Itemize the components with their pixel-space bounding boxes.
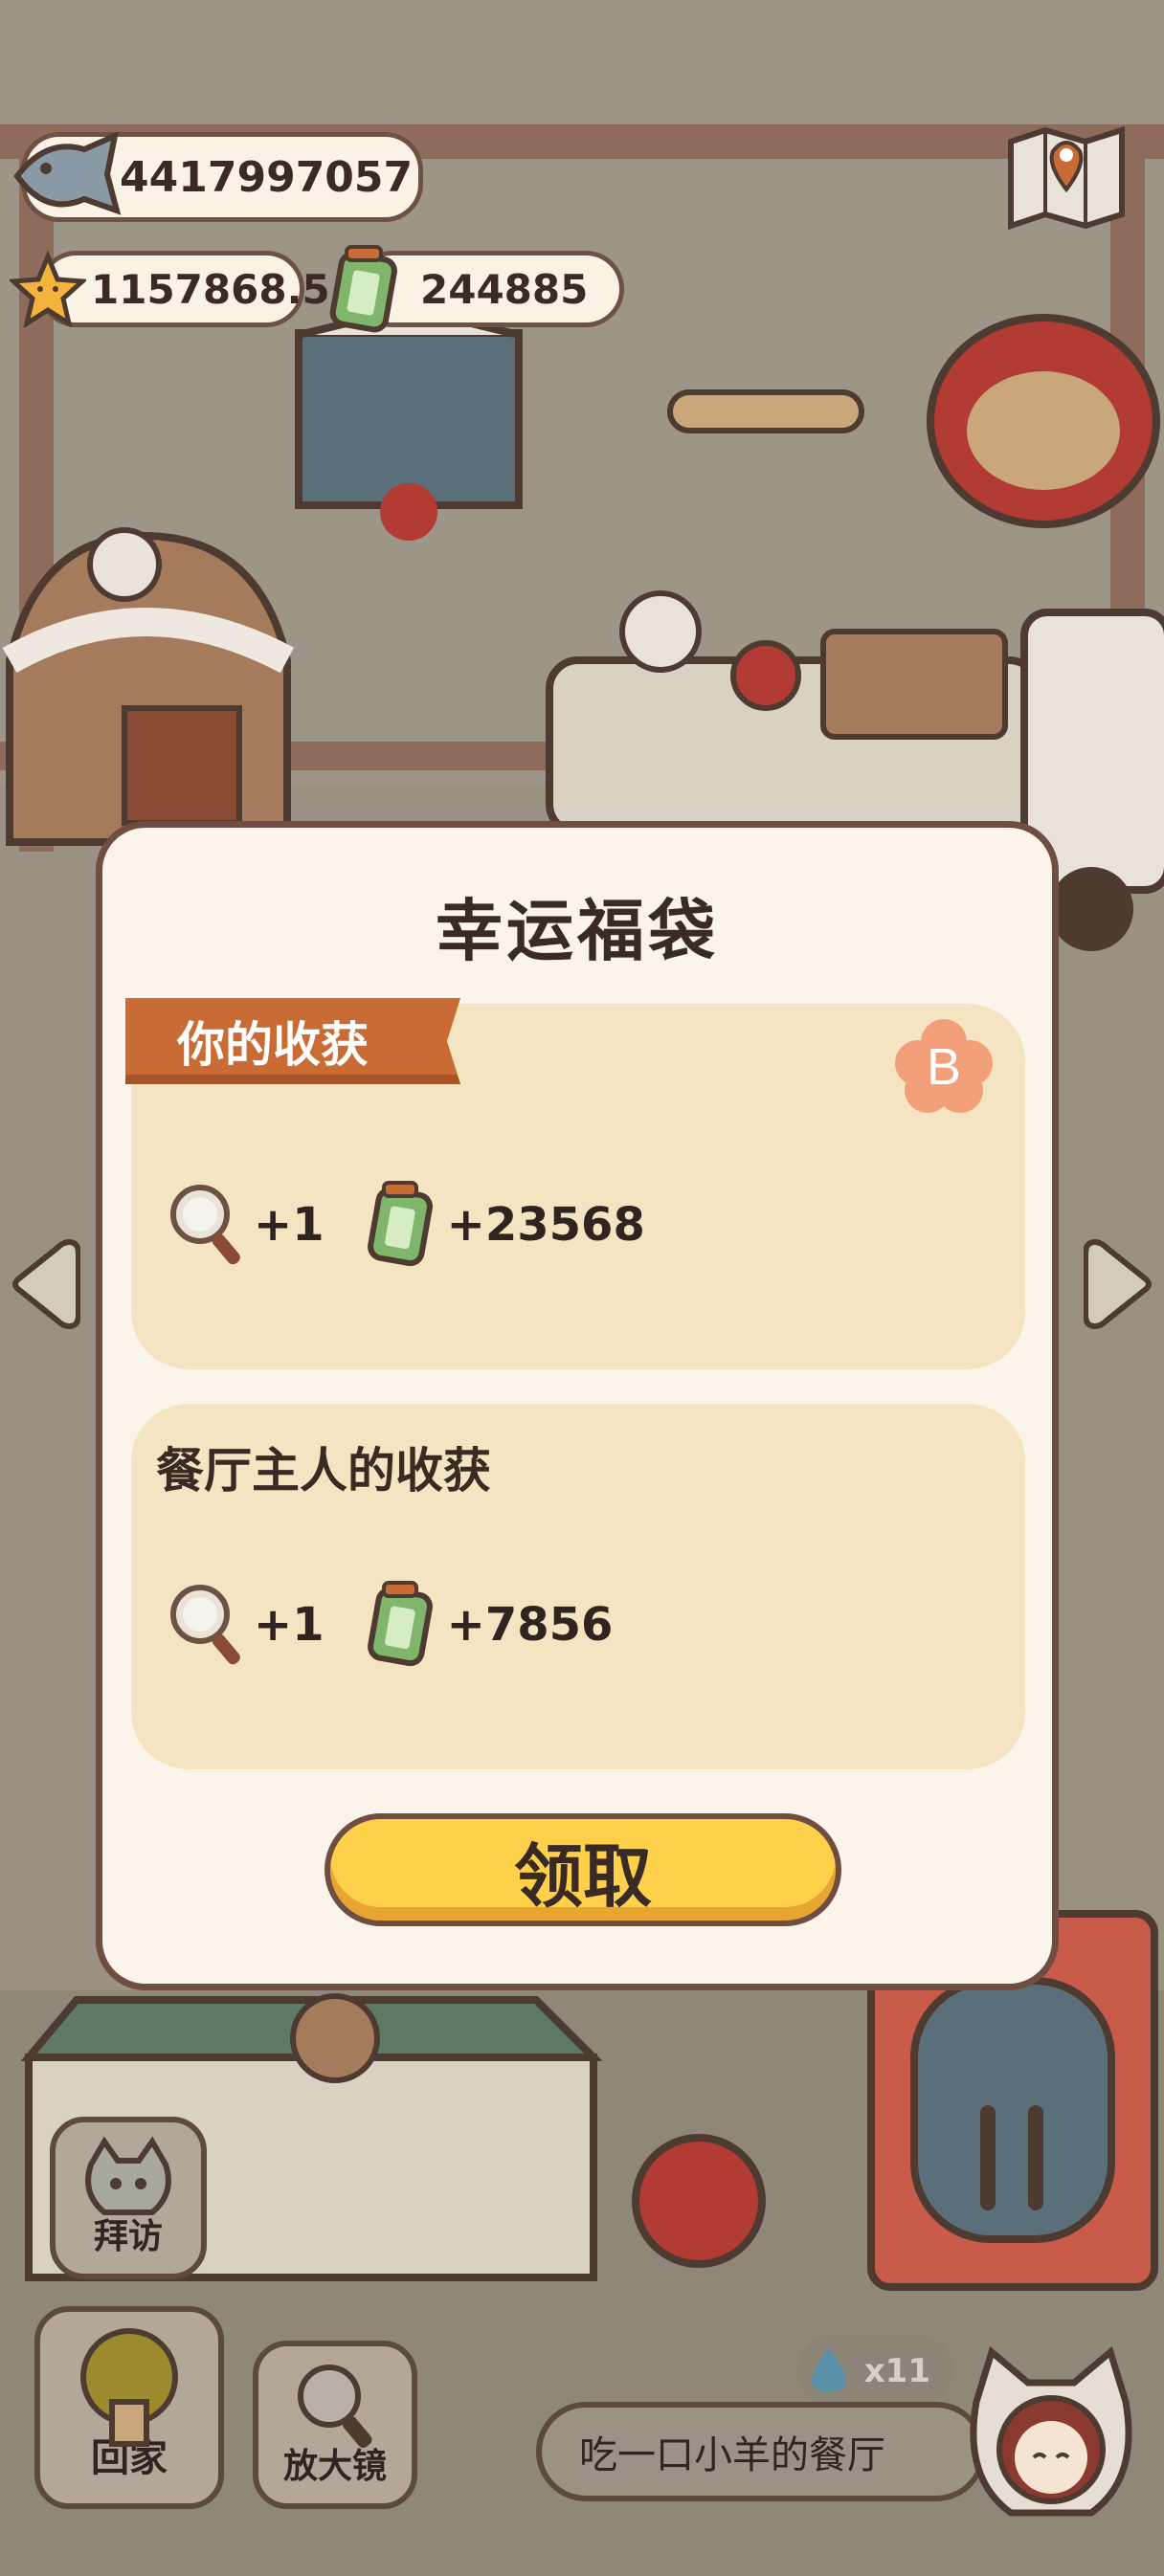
- reward-amount: +23568: [446, 1198, 645, 1252]
- restaurant-name: 吃一口小羊的餐厅: [579, 2433, 885, 2477]
- water-drop-icon: [812, 2348, 846, 2392]
- lucky-bag-dialog: 幸运福袋 你的收获 B +1 +23568 餐厅主人的收获 +1 +7856 领…: [96, 821, 1059, 1990]
- magnifier-button[interactable]: 放大镜: [253, 2341, 417, 2509]
- owner-rewards-label: 餐厅主人的收获: [156, 1443, 491, 1499]
- chevron-right-icon: [1083, 1238, 1152, 1330]
- reward-amount: +7856: [446, 1598, 614, 1652]
- grade-letter: B: [927, 1038, 961, 1096]
- map-icon: [1008, 125, 1125, 231]
- ticket-icon: [367, 1181, 433, 1267]
- ticket-icon: [367, 1581, 433, 1667]
- your-rewards-list: +1 +23568: [166, 1180, 683, 1270]
- fish-count: 4417997057: [120, 152, 414, 202]
- water-count: x11: [863, 2352, 930, 2390]
- dialog-title: 幸运福袋: [436, 892, 719, 970]
- fish-icon: [8, 130, 123, 226]
- reward-amount: +1: [254, 1198, 325, 1252]
- prev-arrow-button[interactable]: [10, 1234, 81, 1338]
- owner-avatar-button[interactable]: [957, 2344, 1145, 2530]
- magnifier-icon: [298, 2365, 372, 2449]
- cat-icon: [85, 2136, 171, 2215]
- ticket-count: 244885: [420, 265, 589, 313]
- your-rewards-card: 你的收获 B +1 +23568: [125, 998, 1025, 1369]
- tree-house-icon: [80, 2328, 178, 2447]
- magnifier-icon: [170, 1585, 240, 1665]
- map-button[interactable]: [1005, 122, 1128, 237]
- star-count: 1157868.5: [91, 265, 330, 313]
- owner-rewards-list: +1 +7856: [166, 1580, 651, 1670]
- owner-rewards-card: 餐厅主人的收获 +1 +7856: [131, 1404, 1025, 1769]
- flower-badge-icon: B: [895, 1019, 993, 1113]
- restaurant-name-plate: 吃一口小羊的餐厅: [536, 2402, 986, 2501]
- star-icon: [7, 250, 89, 331]
- next-arrow-button[interactable]: [1083, 1234, 1154, 1338]
- reward-amount: +1: [254, 1598, 325, 1652]
- visit-button[interactable]: 拜访: [50, 2117, 207, 2279]
- water-counter: x11: [796, 2335, 953, 2408]
- magnifier-icon: [170, 1185, 240, 1265]
- avatar: [970, 2345, 1132, 2517]
- your-rewards-ribbon: 你的收获: [125, 998, 460, 1084]
- chevron-left-icon: [12, 1238, 81, 1330]
- your-rewards-label: 你的收获: [177, 1017, 369, 1073]
- grade-badge: B: [891, 1017, 996, 1121]
- ticket-icon: [324, 243, 404, 339]
- home-button[interactable]: 回家: [34, 2306, 224, 2509]
- claim-button[interactable]: 领取: [325, 1813, 841, 1926]
- claim-button-label: 领取: [513, 1835, 652, 1917]
